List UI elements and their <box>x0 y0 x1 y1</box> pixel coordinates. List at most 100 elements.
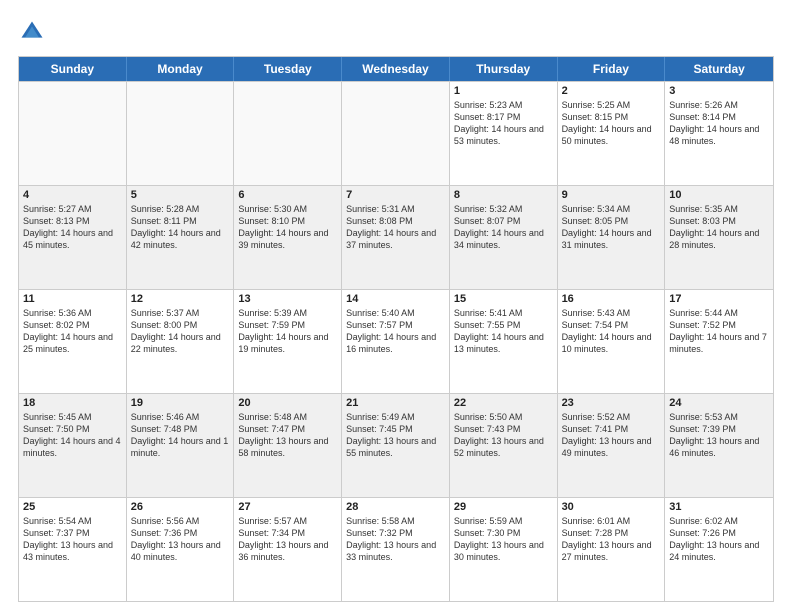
cal-cell: 24 Sunrise: 5:53 AMSunset: 7:39 PMDayligh… <box>665 394 773 497</box>
cal-cell: 11 Sunrise: 5:36 AMSunset: 8:02 PMDayligh… <box>19 290 127 393</box>
day-number: 11 <box>23 293 122 305</box>
cell-info: Sunrise: 5:50 AMSunset: 7:43 PMDaylight:… <box>454 411 553 460</box>
cell-info: Sunrise: 5:37 AMSunset: 8:00 PMDaylight:… <box>131 307 230 356</box>
cal-cell: 6 Sunrise: 5:30 AMSunset: 8:10 PMDaylight… <box>234 186 342 289</box>
day-number: 14 <box>346 293 445 305</box>
cell-info: Sunrise: 5:54 AMSunset: 7:37 PMDaylight:… <box>23 515 122 564</box>
cell-info: Sunrise: 5:39 AMSunset: 7:59 PMDaylight:… <box>238 307 337 356</box>
day-number: 30 <box>562 501 661 513</box>
cal-cell: 5Sunrise: 5:28 AMSunset: 8:11 PMDaylight… <box>127 186 235 289</box>
cal-cell: 20 Sunrise: 5:48 AMSunset: 7:47 PMDayligh… <box>234 394 342 497</box>
cell-info: Sunrise: 5:57 AMSunset: 7:34 PMDaylight:… <box>238 515 337 564</box>
day-number: 15 <box>454 293 553 305</box>
day-number: 3 <box>669 85 769 97</box>
cal-cell: 7 Sunrise: 5:31 AMSunset: 8:08 PMDaylight… <box>342 186 450 289</box>
day-number: 18 <box>23 397 122 409</box>
header <box>18 18 774 46</box>
day-number: 26 <box>131 501 230 513</box>
day-number: 4 <box>23 189 122 201</box>
cell-info: Sunrise: 5:35 AMSunset: 8:03 PMDaylight:… <box>669 203 769 252</box>
cell-info: Sunrise: 5:34 AMSunset: 8:05 PMDaylight:… <box>562 203 661 252</box>
cell-info: Sunrise: 5:25 AMSunset: 8:15 PMDaylight:… <box>562 99 661 148</box>
calendar-header: SundayMondayTuesdayWednesdayThursdayFrid… <box>19 57 773 81</box>
cal-cell: 23 Sunrise: 5:52 AMSunset: 7:41 PMDayligh… <box>558 394 666 497</box>
cell-info: Sunrise: 5:58 AMSunset: 7:32 PMDaylight:… <box>346 515 445 564</box>
cal-cell: 22 Sunrise: 5:50 AMSunset: 7:43 PMDayligh… <box>450 394 558 497</box>
day-number: 16 <box>562 293 661 305</box>
week-3: 11 Sunrise: 5:36 AMSunset: 8:02 PMDayligh… <box>19 289 773 393</box>
day-number: 25 <box>23 501 122 513</box>
day-number: 20 <box>238 397 337 409</box>
logo-icon <box>18 18 46 46</box>
day-number: 12 <box>131 293 230 305</box>
cell-info: Sunrise: 5:31 AMSunset: 8:08 PMDaylight:… <box>346 203 445 252</box>
cal-cell: 8Sunrise: 5:32 AMSunset: 8:07 PMDaylight… <box>450 186 558 289</box>
header-day-monday: Monday <box>127 57 235 81</box>
day-number: 9 <box>562 189 661 201</box>
cal-cell: 28 Sunrise: 5:58 AMSunset: 7:32 PMDayligh… <box>342 498 450 601</box>
day-number: 24 <box>669 397 769 409</box>
cell-info: Sunrise: 6:01 AMSunset: 7:28 PMDaylight:… <box>562 515 661 564</box>
cell-info: Sunrise: 5:49 AMSunset: 7:45 PMDaylight:… <box>346 411 445 460</box>
day-number: 19 <box>131 397 230 409</box>
cell-info: Sunrise: 5:40 AMSunset: 7:57 PMDaylight:… <box>346 307 445 356</box>
cell-info: Sunrise: 6:02 AMSunset: 7:26 PMDaylight:… <box>669 515 769 564</box>
cal-cell: 21 Sunrise: 5:49 AMSunset: 7:45 PMDayligh… <box>342 394 450 497</box>
day-number: 6 <box>238 189 337 201</box>
cal-cell: 29 Sunrise: 5:59 AMSunset: 7:30 PMDayligh… <box>450 498 558 601</box>
day-number: 17 <box>669 293 769 305</box>
day-number: 13 <box>238 293 337 305</box>
cal-cell: 26Sunrise: 5:56 AMSunset: 7:36 PMDayligh… <box>127 498 235 601</box>
cal-cell: 13 Sunrise: 5:39 AMSunset: 7:59 PMDayligh… <box>234 290 342 393</box>
day-number: 1 <box>454 85 553 97</box>
cal-cell: 4Sunrise: 5:27 AMSunset: 8:13 PMDaylight… <box>19 186 127 289</box>
cal-cell: 17 Sunrise: 5:44 AMSunset: 7:52 PMDayligh… <box>665 290 773 393</box>
week-5: 25 Sunrise: 5:54 AMSunset: 7:37 PMDayligh… <box>19 497 773 601</box>
cell-info: Sunrise: 5:52 AMSunset: 7:41 PMDaylight:… <box>562 411 661 460</box>
header-day-friday: Friday <box>558 57 666 81</box>
cell-info: Sunrise: 5:36 AMSunset: 8:02 PMDaylight:… <box>23 307 122 356</box>
cal-cell: 12 Sunrise: 5:37 AMSunset: 8:00 PMDayligh… <box>127 290 235 393</box>
cell-info: Sunrise: 5:45 AMSunset: 7:50 PMDaylight:… <box>23 411 122 460</box>
cal-cell: 16 Sunrise: 5:43 AMSunset: 7:54 PMDayligh… <box>558 290 666 393</box>
cell-info: Sunrise: 5:46 AMSunset: 7:48 PMDaylight:… <box>131 411 230 460</box>
cal-cell: 30 Sunrise: 6:01 AMSunset: 7:28 PMDayligh… <box>558 498 666 601</box>
cell-info: Sunrise: 5:30 AMSunset: 8:10 PMDaylight:… <box>238 203 337 252</box>
day-number: 5 <box>131 189 230 201</box>
week-1: 1 Sunrise: 5:23 AMSunset: 8:17 PMDaylight… <box>19 81 773 185</box>
cal-cell: 25 Sunrise: 5:54 AMSunset: 7:37 PMDayligh… <box>19 498 127 601</box>
cal-cell: 15 Sunrise: 5:41 AMSunset: 7:55 PMDayligh… <box>450 290 558 393</box>
cell-info: Sunrise: 5:59 AMSunset: 7:30 PMDaylight:… <box>454 515 553 564</box>
day-number: 28 <box>346 501 445 513</box>
header-day-saturday: Saturday <box>665 57 773 81</box>
cal-cell <box>127 82 235 185</box>
header-day-wednesday: Wednesday <box>342 57 450 81</box>
day-number: 23 <box>562 397 661 409</box>
day-number: 29 <box>454 501 553 513</box>
cal-cell <box>234 82 342 185</box>
day-number: 10 <box>669 189 769 201</box>
cal-cell: 2Sunrise: 5:25 AMSunset: 8:15 PMDaylight… <box>558 82 666 185</box>
cal-cell: 27Sunrise: 5:57 AMSunset: 7:34 PMDayligh… <box>234 498 342 601</box>
logo <box>18 18 50 46</box>
cell-info: Sunrise: 5:23 AMSunset: 8:17 PMDaylight:… <box>454 99 553 148</box>
cell-info: Sunrise: 5:44 AMSunset: 7:52 PMDaylight:… <box>669 307 769 356</box>
cal-cell <box>19 82 127 185</box>
day-number: 22 <box>454 397 553 409</box>
cell-info: Sunrise: 5:48 AMSunset: 7:47 PMDaylight:… <box>238 411 337 460</box>
day-number: 31 <box>669 501 769 513</box>
cal-cell: 18 Sunrise: 5:45 AMSunset: 7:50 PMDayligh… <box>19 394 127 497</box>
cal-cell: 31 Sunrise: 6:02 AMSunset: 7:26 PMDayligh… <box>665 498 773 601</box>
day-number: 21 <box>346 397 445 409</box>
cal-cell: 10 Sunrise: 5:35 AMSunset: 8:03 PMDayligh… <box>665 186 773 289</box>
cell-info: Sunrise: 5:53 AMSunset: 7:39 PMDaylight:… <box>669 411 769 460</box>
cal-cell: 1 Sunrise: 5:23 AMSunset: 8:17 PMDaylight… <box>450 82 558 185</box>
cal-cell: 19 Sunrise: 5:46 AMSunset: 7:48 PMDayligh… <box>127 394 235 497</box>
cell-info: Sunrise: 5:43 AMSunset: 7:54 PMDaylight:… <box>562 307 661 356</box>
cal-cell: 3Sunrise: 5:26 AMSunset: 8:14 PMDaylight… <box>665 82 773 185</box>
day-number: 7 <box>346 189 445 201</box>
day-number: 8 <box>454 189 553 201</box>
week-4: 18 Sunrise: 5:45 AMSunset: 7:50 PMDayligh… <box>19 393 773 497</box>
cell-info: Sunrise: 5:41 AMSunset: 7:55 PMDaylight:… <box>454 307 553 356</box>
header-day-tuesday: Tuesday <box>234 57 342 81</box>
